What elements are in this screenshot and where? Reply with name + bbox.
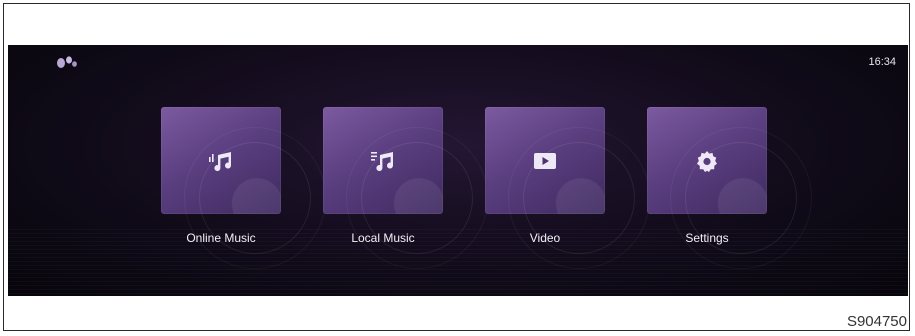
- gear-icon: [697, 150, 717, 172]
- online-music-label[interactable]: Online Music: [141, 231, 301, 245]
- local-music-label[interactable]: Local Music: [303, 231, 463, 245]
- settings-label[interactable]: Settings: [627, 231, 787, 245]
- status-clock: 16:34: [868, 56, 896, 68]
- local-music-tile[interactable]: [323, 107, 488, 269]
- local-music-icon: [371, 151, 394, 171]
- online-music-icon: [209, 151, 232, 171]
- online-music-tile[interactable]: [161, 107, 326, 269]
- figure-code: S904750: [846, 313, 907, 330]
- video-label[interactable]: Video: [465, 231, 625, 245]
- video-play-icon: [534, 152, 556, 169]
- video-tile[interactable]: [485, 107, 650, 269]
- infotainment-screen: 16:34 Online Music Local Music Video Set…: [8, 45, 908, 296]
- settings-tile[interactable]: [647, 107, 812, 269]
- brand-logo-icon: [57, 56, 77, 68]
